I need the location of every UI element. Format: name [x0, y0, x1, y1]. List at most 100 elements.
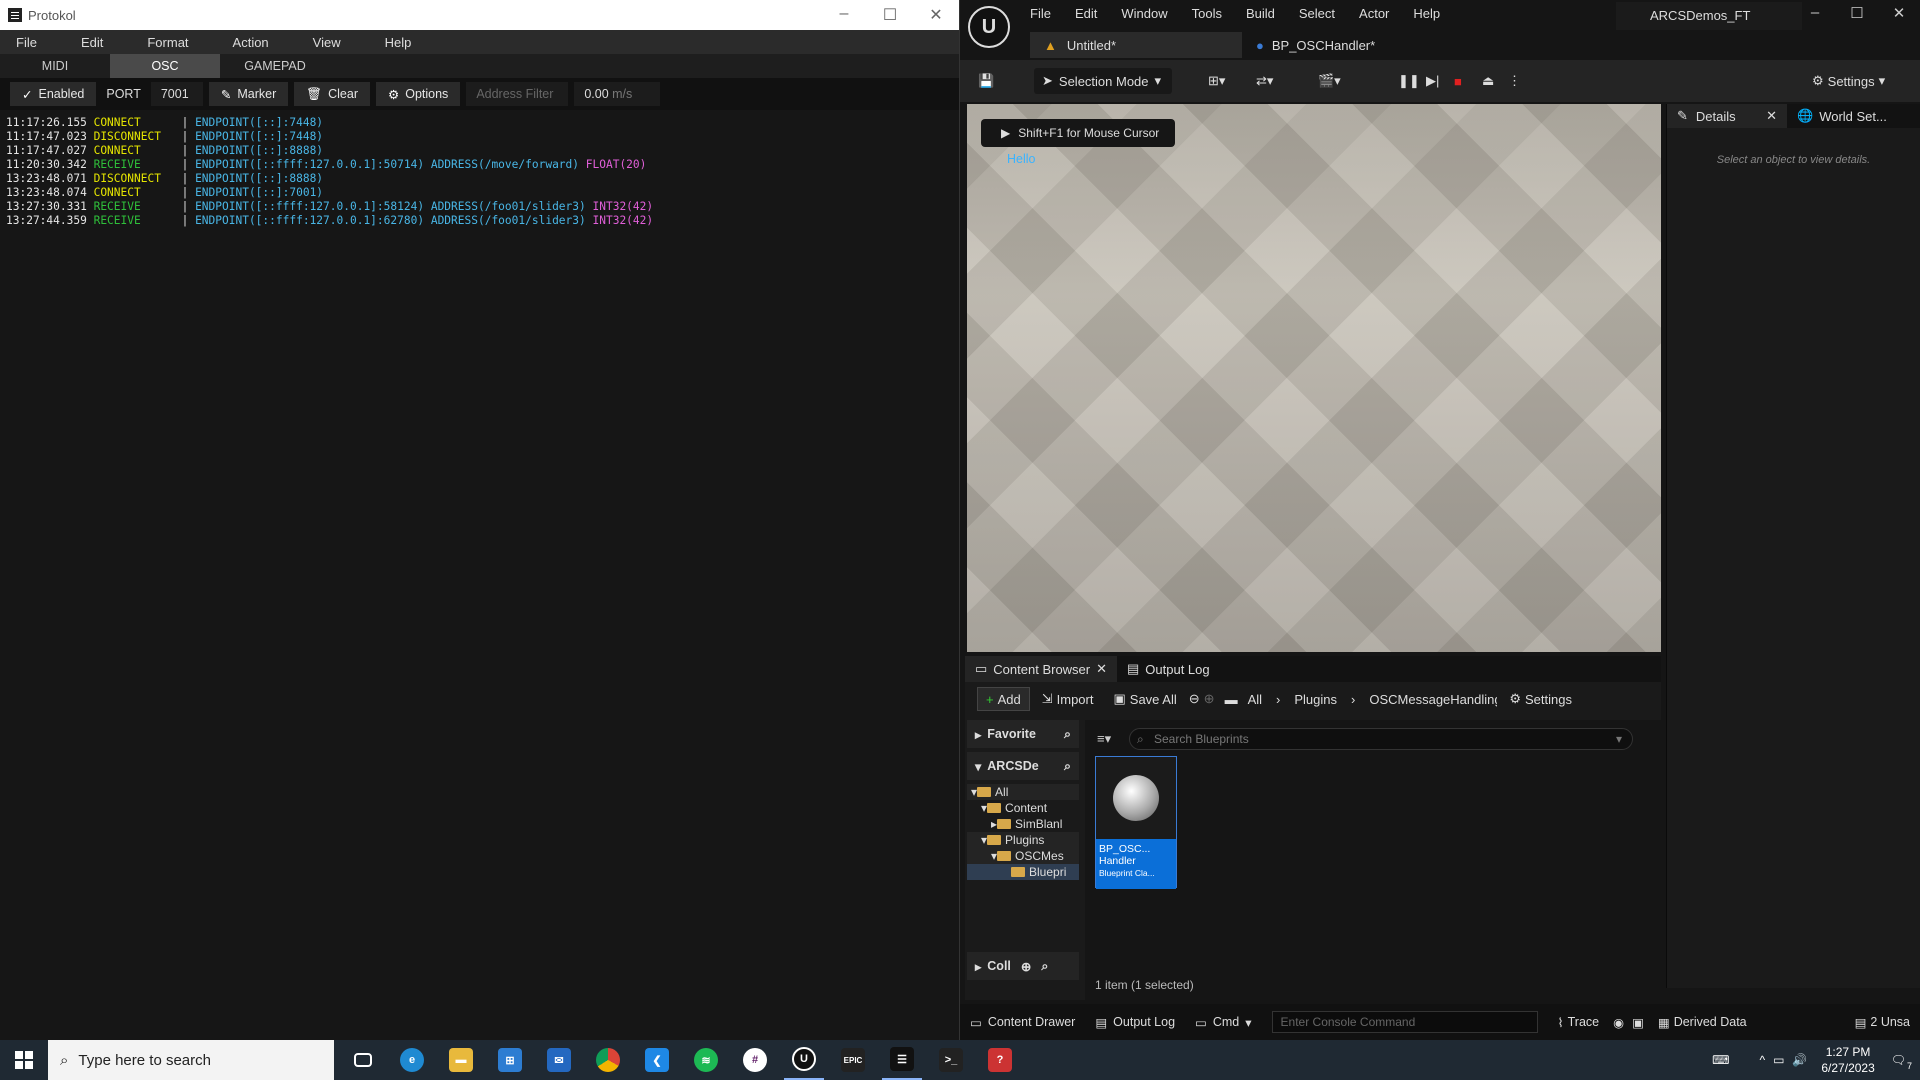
unsaved-button[interactable]: ▤ 2 Unsa	[1845, 1004, 1920, 1040]
tab-content-browser[interactable]: ▭ Content Browser ✕	[965, 656, 1117, 682]
menu-edit[interactable]: Edit	[65, 35, 117, 50]
ue-menu-edit[interactable]: Edit	[1075, 6, 1097, 21]
tree-item-content[interactable]: ▾ Content	[967, 800, 1079, 816]
tab-gamepad[interactable]: GAMEPAD	[220, 54, 330, 78]
message-log[interactable]: 11:17:26.155 CONNECT | ENDPOINT([::]:7448…	[0, 110, 959, 234]
chevron-down-icon[interactable]: ▾	[1616, 732, 1622, 746]
derived-data-button[interactable]: ▦ Derived Data	[1648, 1004, 1757, 1040]
menu-action[interactable]: Action	[217, 35, 283, 50]
search-icon[interactable]: ⌕	[1041, 959, 1048, 974]
stop-icon[interactable]: ■	[1454, 68, 1462, 94]
tab-details[interactable]: ✎ Details ✕	[1667, 104, 1787, 128]
taskbar-search[interactable]: ⌕ Type here to search	[48, 1040, 334, 1080]
clock[interactable]: 1:27 PM 6/27/2023	[1811, 1044, 1884, 1076]
breadcrumb-osc-plugin[interactable]: OSCMessageHandling Co	[1369, 692, 1497, 707]
start-button[interactable]	[0, 1040, 48, 1080]
clear-button[interactable]: 🗑 Clear	[294, 82, 370, 106]
keyboard-icon[interactable]: ⌨	[1712, 1053, 1729, 1067]
enabled-toggle[interactable]: ✓ Enabled	[10, 82, 97, 106]
tree-item-all[interactable]: ▾ All	[967, 784, 1079, 800]
options-button[interactable]: ⚙ Options	[376, 82, 461, 106]
minimize-icon[interactable]: –	[821, 5, 867, 25]
port-input[interactable]: 7001	[150, 82, 203, 106]
tree-item-blueprints[interactable]: Bluepri	[967, 864, 1079, 880]
eject-icon[interactable]: ⏏	[1482, 68, 1494, 94]
ue-menu-select[interactable]: Select	[1299, 6, 1335, 21]
close-icon[interactable]: ✕	[1878, 4, 1920, 22]
forward-icon[interactable]: ⊕	[1204, 691, 1215, 707]
vscode-icon[interactable]: ❮	[637, 1040, 677, 1080]
task-view-icon[interactable]	[343, 1040, 383, 1080]
record-icon[interactable]: ◉	[1609, 1004, 1628, 1040]
menu-help[interactable]: Help	[369, 35, 426, 50]
app-icon[interactable]: ?	[980, 1040, 1020, 1080]
close-icon[interactable]: ✕	[913, 5, 959, 25]
add-collection-icon[interactable]: ⊕	[1021, 959, 1031, 974]
tab-bp-osc-handler[interactable]: ● BP_OSCHandler*	[1242, 32, 1389, 58]
back-icon[interactable]: ⊖	[1189, 691, 1200, 707]
menu-file[interactable]: File	[0, 35, 51, 50]
slack-icon[interactable]: #	[735, 1040, 775, 1080]
marker-button[interactable]: ✎ Marker	[208, 82, 289, 106]
epic-games-icon[interactable]: EPIC	[833, 1040, 873, 1080]
add-button[interactable]: + Add	[977, 687, 1030, 711]
tab-untitled-level[interactable]: ▲ Untitled*	[1030, 32, 1242, 58]
ue-menu-help[interactable]: Help	[1413, 6, 1440, 21]
mail-icon[interactable]: ✉	[539, 1040, 579, 1080]
ue-menu-file[interactable]: File	[1030, 6, 1051, 21]
tab-osc[interactable]: OSC	[110, 54, 220, 78]
screenshot-icon[interactable]: ▣	[1628, 1004, 1648, 1040]
add-actor-icon[interactable]: ⊞▾	[1208, 68, 1225, 94]
tab-world-settings[interactable]: 🌐 World Set...	[1787, 104, 1897, 128]
content-drawer-button[interactable]: ▭ Content Drawer	[960, 1004, 1085, 1040]
level-viewport[interactable]: ▶ Shift+F1 for Mouse Cursor Hello	[967, 104, 1661, 652]
trace-button[interactable]: ⌇ Trace	[1548, 1004, 1610, 1040]
close-icon[interactable]: ✕	[1096, 661, 1107, 677]
console-input[interactable]: Enter Console Command	[1271, 1011, 1538, 1033]
protokol-taskbar-icon[interactable]: ☰	[882, 1040, 922, 1080]
breadcrumb-all[interactable]: All	[1248, 692, 1262, 707]
save-all-button[interactable]: ▣ Save All	[1105, 687, 1184, 711]
more-options-icon[interactable]: ⋮	[1508, 68, 1521, 94]
protokol-titlebar[interactable]: Protokol – ☐ ✕	[0, 0, 959, 30]
address-filter-input[interactable]: Address Filter	[466, 82, 569, 106]
breadcrumb-plugins[interactable]: Plugins	[1294, 692, 1337, 707]
minimize-icon[interactable]: –	[1794, 4, 1836, 22]
network-icon[interactable]: ▭	[1773, 1053, 1784, 1067]
ue-menu-tools[interactable]: Tools	[1192, 6, 1222, 21]
spotify-icon[interactable]: ≋	[686, 1040, 726, 1080]
menu-format[interactable]: Format	[131, 35, 202, 50]
save-icon[interactable]: 💾	[978, 68, 994, 94]
filter-icon[interactable]: ≡▾	[1097, 731, 1111, 747]
collections-section[interactable]: ▸ Coll ⊕ ⌕	[967, 952, 1079, 980]
terminal-taskbar-icon[interactable]: >_	[931, 1040, 971, 1080]
ue-menu-window[interactable]: Window	[1121, 6, 1167, 21]
edge-icon[interactable]: e	[392, 1040, 432, 1080]
tree-item-plugins[interactable]: ▾ Plugins	[967, 832, 1079, 848]
favorites-section[interactable]: ▸ Favorite ⌕	[967, 720, 1079, 748]
maximize-icon[interactable]: ☐	[867, 5, 913, 25]
search-icon[interactable]: ⌕	[1064, 727, 1071, 742]
notifications-button[interactable]: 🗨 7	[1891, 1053, 1912, 1071]
file-explorer-icon[interactable]: ▬	[441, 1040, 481, 1080]
tree-item-simblank[interactable]: ▸ SimBlanl	[967, 816, 1079, 832]
volume-icon[interactable]: 🔊	[1792, 1053, 1807, 1067]
asset-tile-bp-osc-handler[interactable]: BP_OSC... Handler Blueprint Cla...	[1095, 756, 1177, 889]
project-section[interactable]: ▾ ARCSDe ⌕	[967, 752, 1079, 780]
cb-settings-button[interactable]: ⚙ Settings	[1501, 687, 1580, 711]
store-icon[interactable]: ⊞	[490, 1040, 530, 1080]
chrome-icon[interactable]	[588, 1040, 628, 1080]
pause-icon[interactable]: ❚❚	[1398, 68, 1420, 94]
search-input[interactable]: ⌕ Search Blueprints ▾	[1129, 728, 1633, 750]
chevron-up-icon[interactable]: ^	[1759, 1053, 1765, 1067]
search-icon[interactable]: ⌕	[1064, 759, 1071, 774]
import-button[interactable]: ⇲ Import	[1034, 687, 1102, 711]
tab-output-log[interactable]: ▤ Output Log	[1117, 656, 1220, 682]
tab-midi[interactable]: MIDI	[0, 54, 110, 78]
menu-view[interactable]: View	[297, 35, 355, 50]
blueprint-menu-icon[interactable]: ⇄▾	[1256, 68, 1273, 94]
cmd-dropdown[interactable]: ▭ Cmd ▾	[1185, 1004, 1262, 1040]
selection-mode-dropdown[interactable]: ➤ Selection Mode ▾	[1034, 68, 1172, 94]
close-icon[interactable]: ✕	[1766, 108, 1777, 124]
maximize-icon[interactable]: ☐	[1836, 4, 1878, 22]
